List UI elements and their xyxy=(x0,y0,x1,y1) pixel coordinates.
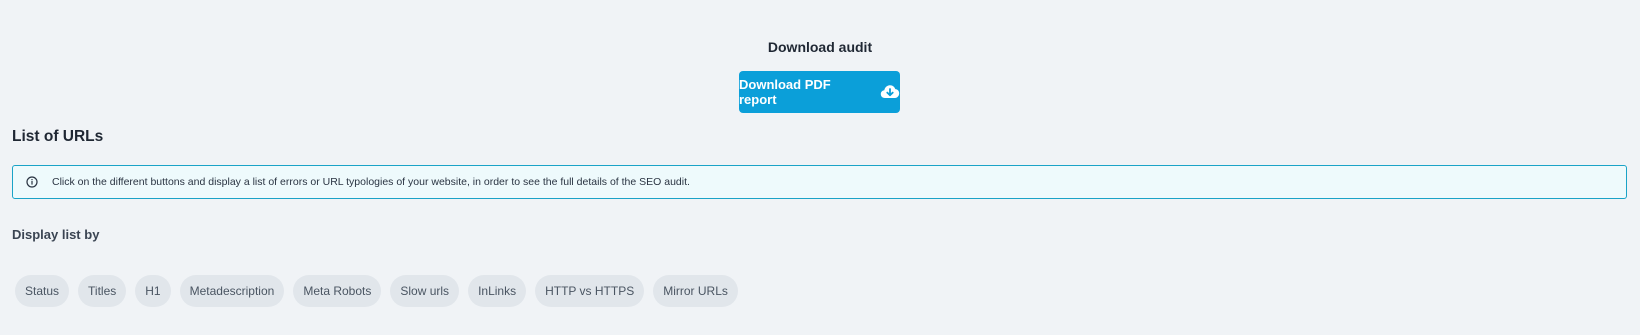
info-banner: Click on the different buttons and displ… xyxy=(12,165,1627,199)
filter-chip-slow-urls[interactable]: Slow urls xyxy=(390,275,460,307)
download-audit-title: Download audit xyxy=(767,39,873,55)
filter-chip-metadescription[interactable]: Metadescription xyxy=(179,275,285,307)
filter-chip-mirror-urls[interactable]: Mirror URLs xyxy=(653,275,738,307)
filter-chip-meta-robots[interactable]: Meta Robots xyxy=(293,275,382,307)
display-list-by-title: Display list by xyxy=(12,227,100,242)
download-pdf-report-button[interactable]: Download PDF report xyxy=(739,71,900,113)
download-audit-section: Download audit xyxy=(0,38,1640,56)
filter-chip-h1[interactable]: H1 xyxy=(135,275,171,307)
list-of-urls-title: List of URLs xyxy=(12,128,104,145)
page: Download audit Download PDF report List … xyxy=(0,0,1640,335)
filter-chip-status[interactable]: Status xyxy=(15,275,70,307)
filter-chip-inlinks[interactable]: InLinks xyxy=(468,275,527,307)
filter-chip-titles[interactable]: Titles xyxy=(78,275,127,307)
info-text: Click on the different buttons and displ… xyxy=(52,176,690,188)
cloud-download-icon xyxy=(880,84,900,100)
filter-chip-group: Status Titles H1 Metadescription Meta Ro… xyxy=(15,275,738,307)
download-pdf-report-label: Download PDF report xyxy=(739,77,831,107)
filter-chip-http-vs-https[interactable]: HTTP vs HTTPS xyxy=(535,275,645,307)
info-circle-icon xyxy=(25,175,39,189)
